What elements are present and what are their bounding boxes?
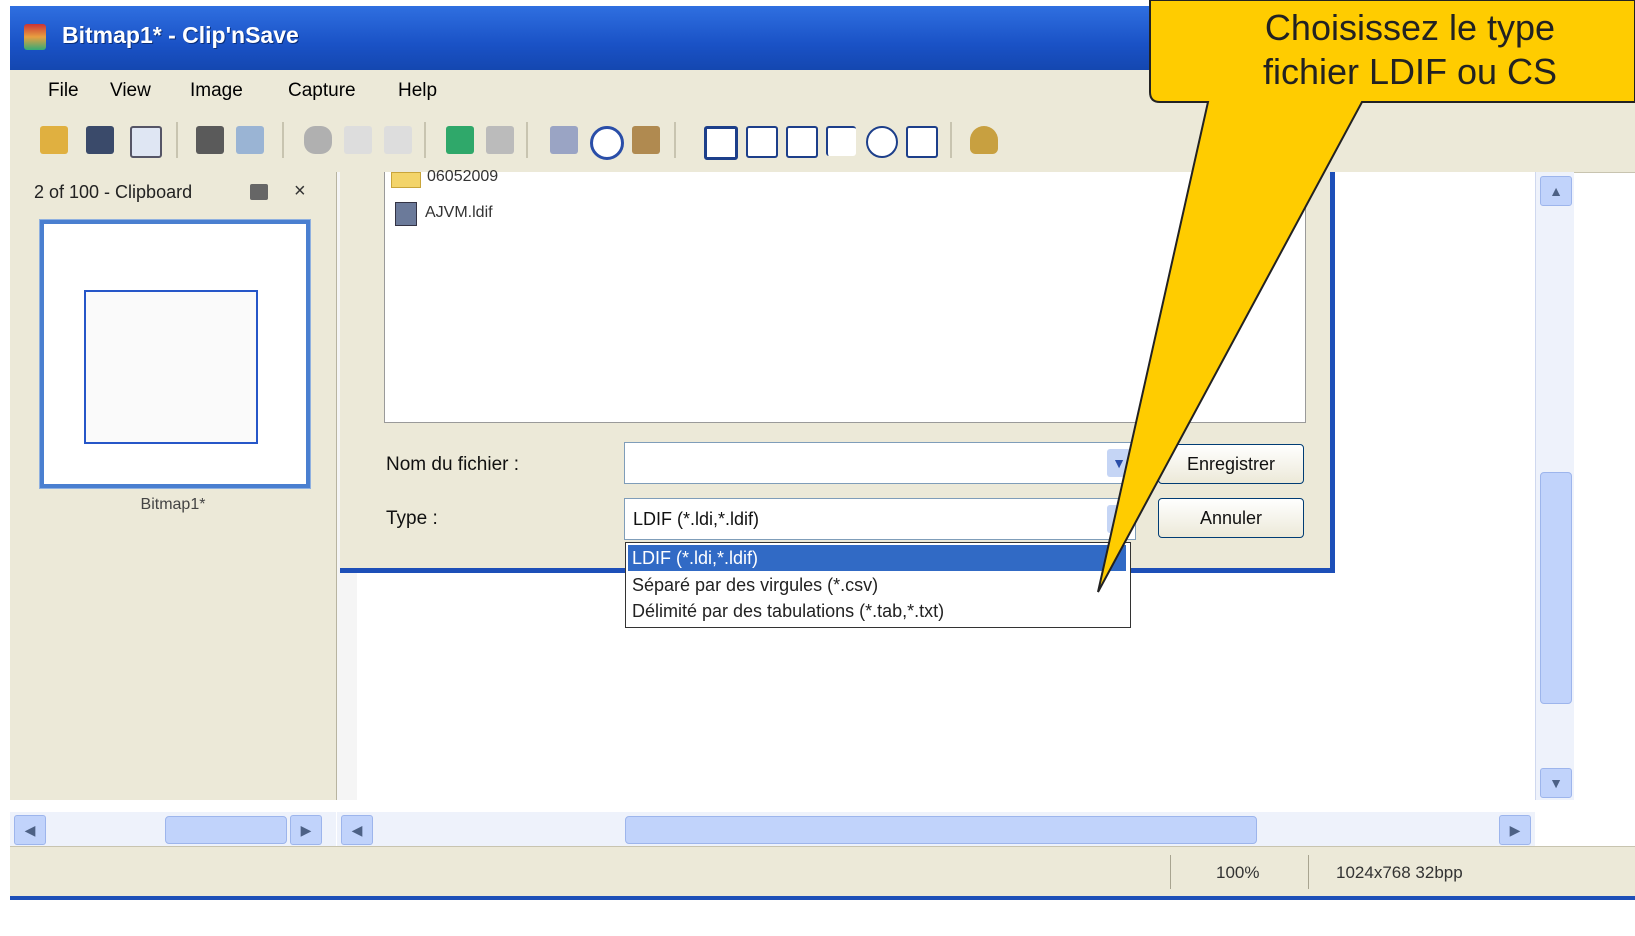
callout-line-2: fichier LDIF ou CS [1262,51,1558,92]
callout-text: Choisissez le type fichier LDIF ou CS [1170,6,1635,94]
callout-balloon [1097,0,1635,593]
callout-line-1: Choisissez le type [1264,7,1556,48]
